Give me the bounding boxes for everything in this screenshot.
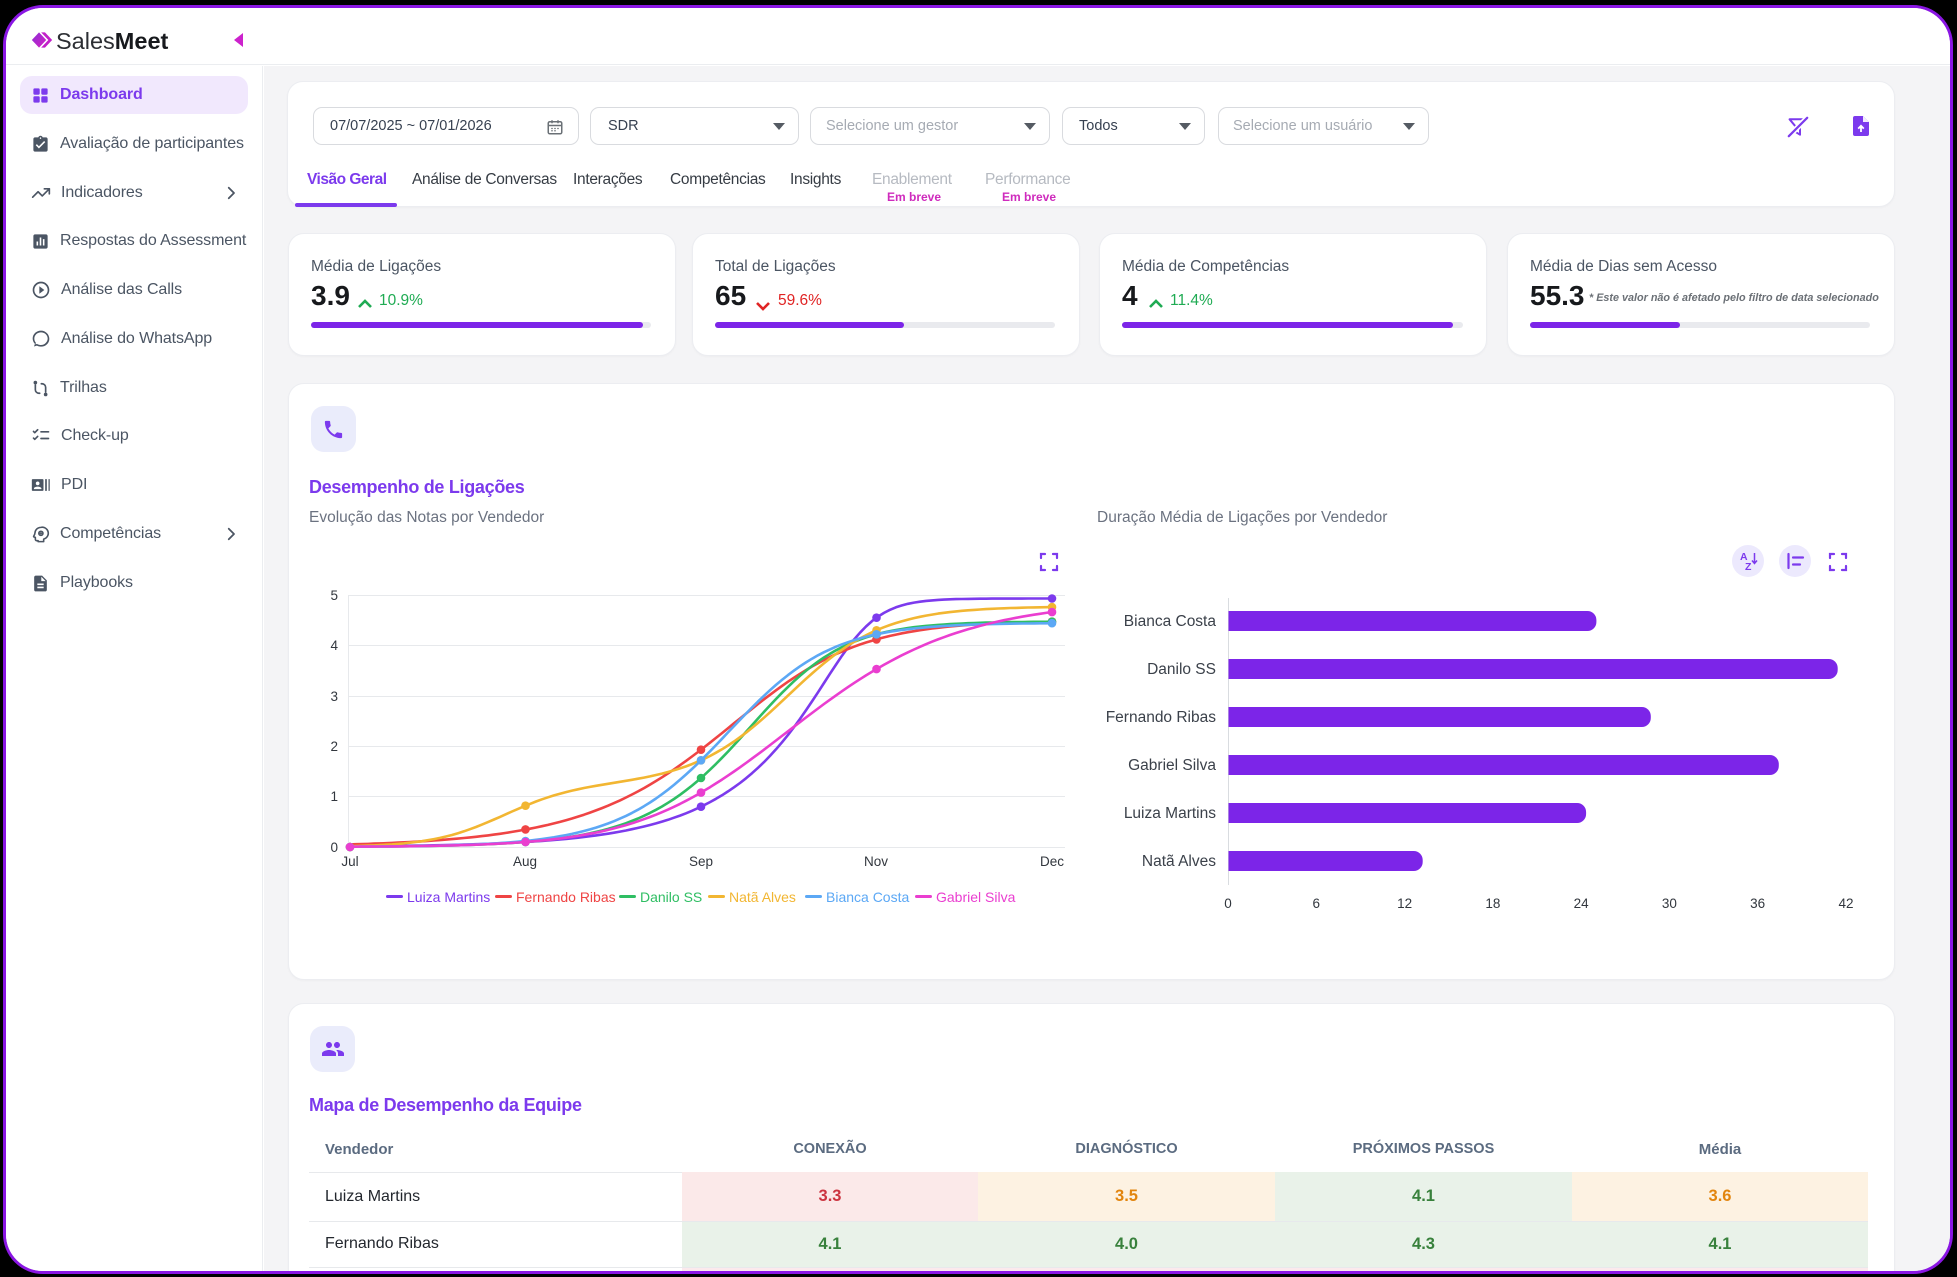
- svg-text:Sep: Sep: [689, 854, 713, 869]
- svg-text:Natã Alves: Natã Alves: [1142, 853, 1216, 870]
- svg-text:Danilo SS: Danilo SS: [640, 889, 702, 905]
- svg-text:Bianca Costa: Bianca Costa: [826, 889, 909, 905]
- svg-text:24: 24: [1574, 896, 1590, 911]
- svg-text:36: 36: [1750, 896, 1765, 911]
- svg-text:Z: Z: [1745, 561, 1752, 573]
- svg-text:30: 30: [1662, 896, 1677, 911]
- svg-text:Gabriel Silva: Gabriel Silva: [1128, 757, 1216, 774]
- svg-text:Gabriel Silva: Gabriel Silva: [936, 889, 1016, 905]
- svg-text:2: 2: [330, 739, 338, 754]
- svg-text:6: 6: [1313, 896, 1321, 911]
- svg-text:Fernando Ribas: Fernando Ribas: [516, 889, 616, 905]
- svg-text:18: 18: [1485, 896, 1500, 911]
- svg-text:Nov: Nov: [864, 854, 888, 869]
- svg-text:Aug: Aug: [513, 854, 537, 869]
- svg-text:5: 5: [330, 588, 338, 603]
- svg-text:Dec: Dec: [1040, 854, 1064, 869]
- svg-text:Jul: Jul: [341, 854, 358, 869]
- svg-text:4: 4: [330, 638, 338, 653]
- svg-text:Bianca Costa: Bianca Costa: [1124, 613, 1217, 630]
- svg-text:12: 12: [1397, 896, 1412, 911]
- svg-text:Natã Alves: Natã Alves: [729, 889, 796, 905]
- svg-text:Luiza Martins: Luiza Martins: [407, 889, 490, 905]
- svg-text:Danilo SS: Danilo SS: [1147, 661, 1216, 678]
- svg-text:Luiza Martins: Luiza Martins: [1124, 805, 1216, 822]
- svg-text:3: 3: [330, 689, 338, 704]
- svg-text:1: 1: [330, 789, 338, 804]
- svg-text:0: 0: [330, 840, 338, 855]
- svg-text:0: 0: [1224, 896, 1232, 911]
- svg-text:42: 42: [1838, 896, 1853, 911]
- svg-text:Fernando Ribas: Fernando Ribas: [1106, 709, 1217, 726]
